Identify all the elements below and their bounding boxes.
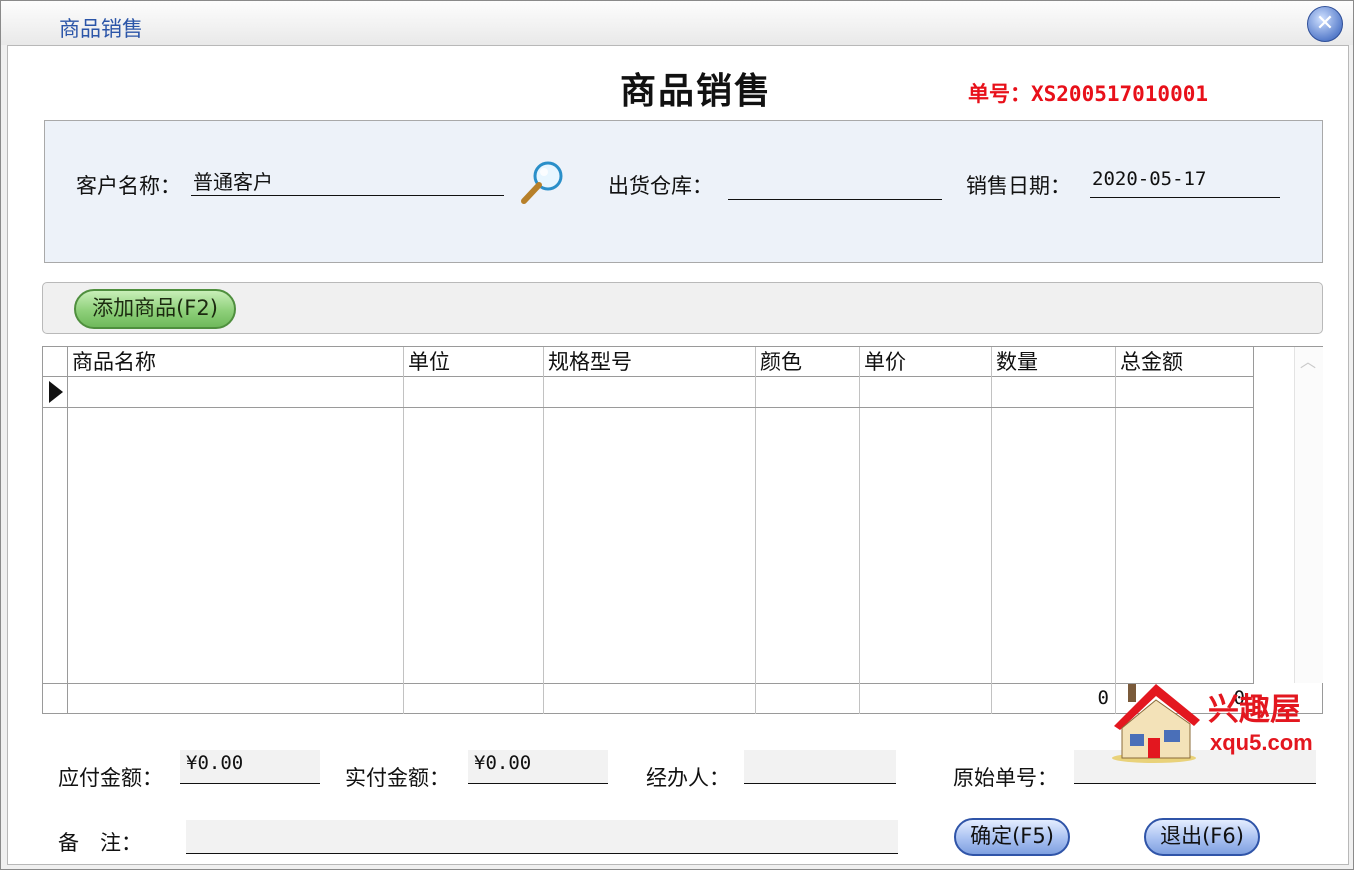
footer-divider (543, 683, 544, 714)
product-grid: ︿ 商品名称 单位 规格型号 颜色 单价 数量 总金额 0 0 (42, 346, 1323, 714)
table-row[interactable] (68, 378, 1254, 407)
add-product-button[interactable]: 添加商品(F2) (74, 289, 236, 329)
paid-value: ¥0.00 (474, 752, 532, 774)
title-bar[interactable]: 商品销售 ✕ (1, 1, 1353, 45)
col-header-spec[interactable]: 规格型号 (544, 347, 756, 377)
footer-divider (67, 683, 68, 714)
footer-qty-total: 0 (1097, 687, 1109, 709)
col-header-color[interactable]: 颜色 (756, 347, 860, 377)
exit-button[interactable]: 退出(F6) (1144, 818, 1260, 856)
footer-divider (755, 683, 756, 714)
house-icon (1112, 684, 1200, 763)
handler-field[interactable] (744, 750, 896, 784)
footer-divider (991, 683, 992, 714)
remark-field[interactable] (186, 820, 898, 854)
origin-no-label: 原始单号： (953, 766, 1058, 790)
col-header-unit[interactable]: 单位 (404, 347, 544, 377)
footer-divider (859, 683, 860, 714)
watermark-logo: 兴趣屋 xqu5.com (1108, 678, 1322, 770)
col-header-total[interactable]: 总金额 (1116, 347, 1254, 377)
search-icon[interactable] (518, 158, 568, 206)
order-number: 单号：XS200517010001 (968, 82, 1209, 106)
sale-date-field[interactable]: 2020-05-17 (1090, 168, 1280, 198)
payable-label: 应付金额： (58, 766, 163, 790)
watermark-cn-text: 兴趣屋 (1208, 692, 1301, 728)
col-header-name[interactable]: 商品名称 (68, 347, 404, 377)
customer-name-field[interactable]: 普通客户 (191, 166, 504, 196)
footer-divider (403, 683, 404, 714)
paid-label: 实付金额： (345, 766, 450, 790)
col-header-qty[interactable]: 数量 (992, 347, 1116, 377)
confirm-button[interactable]: 确定(F5) (954, 818, 1070, 856)
warehouse-label: 出货仓库： (608, 174, 713, 198)
warehouse-field[interactable] (728, 170, 942, 200)
current-row-indicator-icon (49, 381, 63, 403)
footer-divider (43, 683, 1254, 684)
close-icon[interactable]: ✕ (1307, 6, 1343, 42)
watermark-en-text: xqu5.com (1210, 730, 1313, 755)
remark-label: 备 注： (58, 831, 142, 855)
grid-scrollbar[interactable] (1294, 347, 1323, 683)
window-title: 商品销售 (59, 17, 143, 41)
col-header-price[interactable]: 单价 (860, 347, 992, 377)
sale-date-label: 销售日期： (966, 174, 1071, 198)
customer-name-label: 客户名称： (76, 174, 181, 198)
grid-corner-header (43, 347, 68, 377)
payable-value: ¥0.00 (186, 752, 244, 774)
handler-label: 经办人： (646, 766, 730, 790)
row-divider (43, 407, 1254, 408)
scroll-up-icon[interactable]: ︿ (1297, 351, 1319, 373)
form-title: 商品销售 (620, 70, 773, 112)
